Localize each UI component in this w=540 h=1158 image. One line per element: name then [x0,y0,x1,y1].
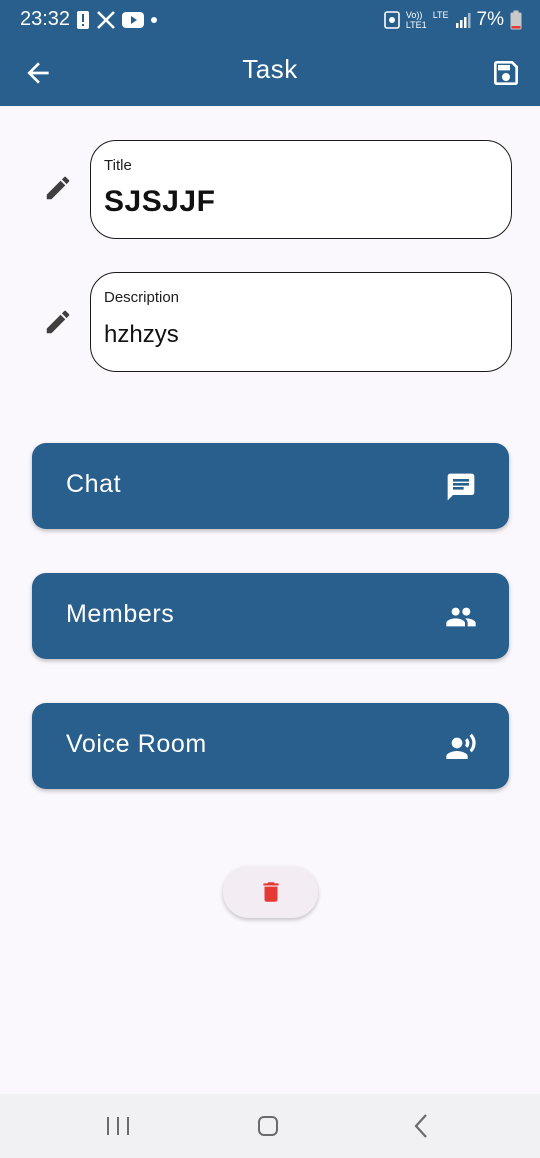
members-button[interactable]: Members [32,573,509,659]
voice-room-button[interactable]: Voice Room [32,703,509,789]
signal-icon [455,13,471,28]
group-icon [446,607,476,627]
status-left-icons [76,8,158,32]
page-title: Task [242,54,298,84]
edit-icon[interactable] [43,307,73,337]
back-icon[interactable] [410,1113,432,1139]
alarm-icon [384,11,400,29]
chat-icon [447,473,475,501]
battery-icon [510,10,522,30]
chat-button-label: Chat [66,470,122,498]
voice-icon [446,733,476,759]
save-icon[interactable] [490,57,522,89]
title-label: Title [104,157,132,174]
dot-icon [151,17,157,23]
description-field[interactable]: Description hzhzys [90,272,512,372]
chat-button[interactable]: Chat [32,443,509,529]
members-button-label: Members [66,600,175,628]
home-icon[interactable] [256,1114,280,1138]
status-time: 23:32 [20,8,71,30]
delete-button[interactable] [223,866,318,918]
alert-icon [77,11,89,29]
voice-room-button-label: Voice Room [66,730,207,758]
title-value[interactable]: SJSJJF [104,185,215,219]
status-right-icons: Vo)) LTE1 LTE 7% [384,8,522,32]
lte-label: LTE [432,10,449,20]
trash-icon [263,882,279,902]
title-field[interactable]: Title SJSJJF [90,140,512,239]
edit-icon[interactable] [43,173,73,203]
app-bar: Task [0,40,540,106]
volte-label: Vo)) LTE1 [405,10,427,30]
x-app-icon [97,11,115,29]
description-label: Description [104,289,180,306]
description-value[interactable]: hzhzys [104,321,179,349]
battery-percent: 7% [476,9,504,30]
status-bar: 23:32 Vo)) LTE1 LTE 7% [0,0,540,40]
youtube-icon [122,12,144,28]
system-nav-bar [0,1094,540,1158]
recents-icon[interactable] [104,1114,132,1138]
